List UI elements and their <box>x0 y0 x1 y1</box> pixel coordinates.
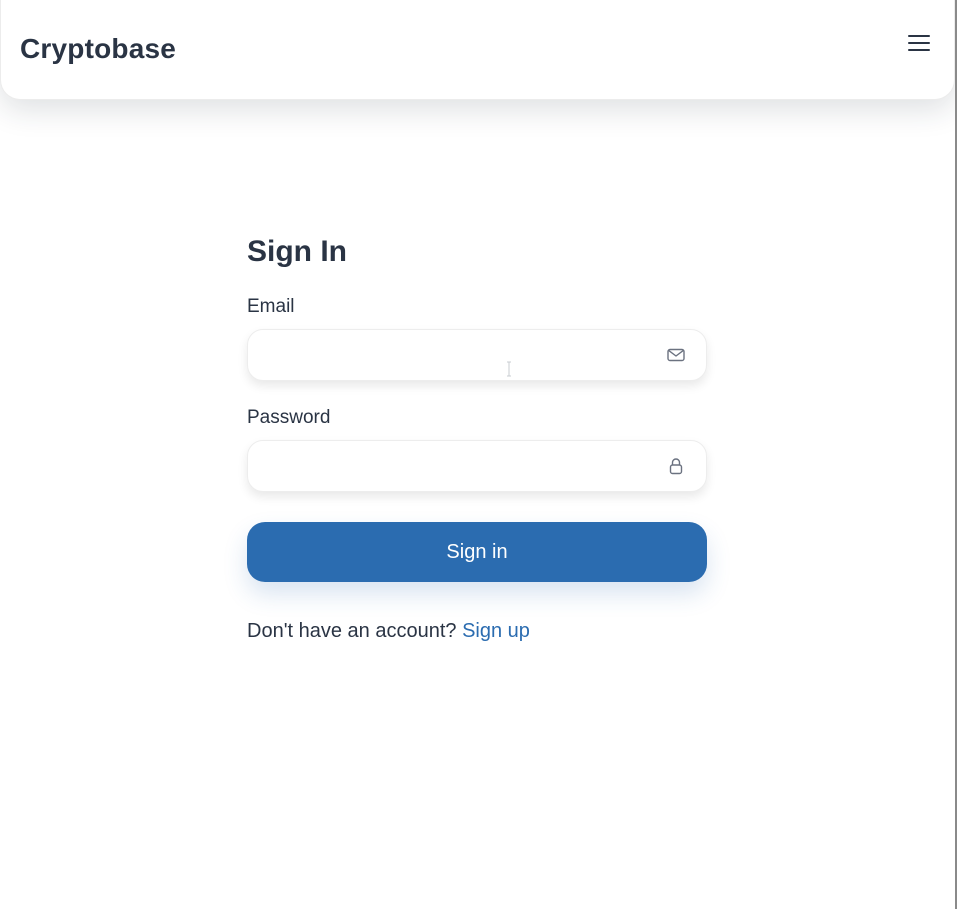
page-title: Sign In <box>247 235 347 268</box>
signup-prompt-text: Don't have an account? <box>247 620 457 642</box>
sign-in-form: Sign In Email Password Sign in Don't hav… <box>247 230 707 644</box>
email-field[interactable] <box>248 330 706 380</box>
password-field[interactable] <box>248 441 706 491</box>
email-label: Email <box>247 296 295 317</box>
brand-logo[interactable]: Cryptobase <box>20 33 176 65</box>
email-field-wrapper <box>247 329 707 381</box>
text-cursor-icon <box>506 361 512 377</box>
password-field-wrapper <box>247 440 707 492</box>
page: Cryptobase Sign In Email Password Sign i… <box>0 0 957 909</box>
top-navbar: Cryptobase <box>0 0 955 100</box>
hamburger-menu-icon <box>904 30 934 56</box>
signup-prompt-line: Don't have an account? Sign up <box>247 618 707 644</box>
menu-button[interactable] <box>904 30 934 56</box>
envelope-icon <box>666 345 686 365</box>
password-label: Password <box>247 407 331 428</box>
sign-up-link[interactable]: Sign up <box>462 620 530 642</box>
lock-icon <box>666 456 686 476</box>
sign-in-button[interactable]: Sign in <box>247 522 707 582</box>
